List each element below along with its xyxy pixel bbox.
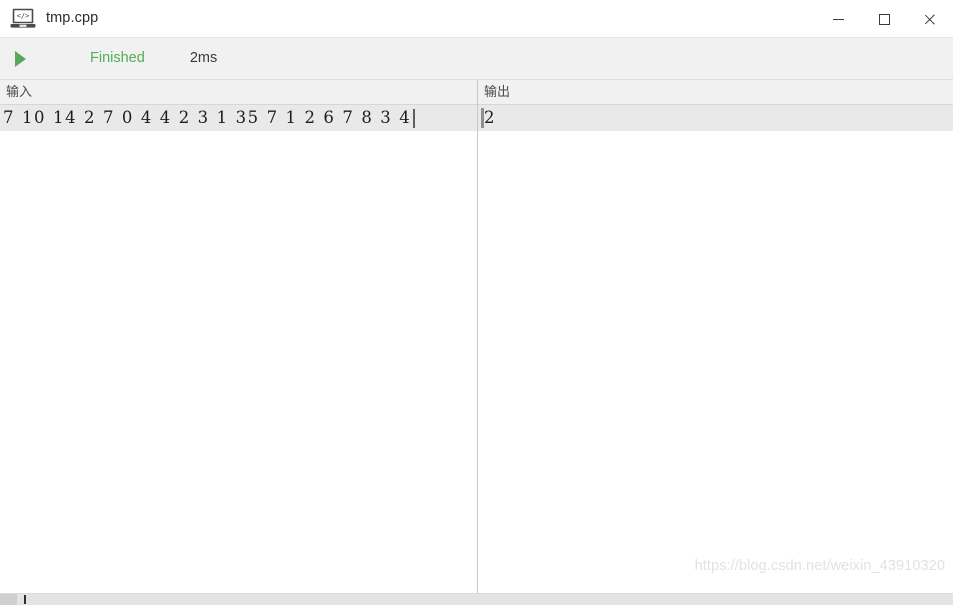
output-pane-label: 输出 [484, 84, 511, 100]
run-status-label: Finished [90, 50, 145, 67]
close-icon [924, 13, 937, 26]
close-button[interactable] [907, 0, 953, 38]
window-title: tmp.cpp [46, 10, 99, 27]
input-caret [413, 108, 415, 128]
input-pane-header: 输入 [0, 80, 477, 105]
title-bar: </> tmp.cpp [0, 0, 953, 38]
app-window: </> tmp.cpp Finished 2ms 输入 7 10 14 2 7 … [0, 0, 953, 605]
svg-text:</>: </> [17, 12, 30, 20]
output-text: 2 [484, 107, 497, 127]
minimize-icon [832, 18, 844, 20]
input-editor[interactable]: 7 10 14 2 7 0 4 4 2 3 1 35 7 1 2 6 7 8 3… [0, 105, 477, 593]
input-active-line[interactable]: 7 10 14 2 7 0 4 4 2 3 1 35 7 1 2 6 7 8 3… [0, 105, 477, 131]
input-pane: 输入 7 10 14 2 7 0 4 4 2 3 1 35 7 1 2 6 7 … [0, 80, 477, 593]
horizontal-scroll-thumb[interactable] [0, 594, 17, 605]
input-text: 7 10 14 2 7 0 4 4 2 3 1 35 7 1 2 6 7 8 3… [3, 107, 412, 127]
maximize-icon [878, 13, 890, 25]
run-button[interactable] [0, 38, 40, 80]
run-toolbar: Finished 2ms [0, 38, 953, 80]
scroll-tick-marker [24, 595, 26, 604]
maximize-button[interactable] [861, 0, 907, 38]
minimize-button[interactable] [815, 0, 861, 38]
output-pane: 输出 2 https://blog.csdn.net/weixin_439103… [477, 80, 953, 593]
run-elapsed-label: 2ms [189, 50, 218, 67]
window-controls [815, 0, 953, 38]
editor-panes: 输入 7 10 14 2 7 0 4 4 2 3 1 35 7 1 2 6 7 … [0, 80, 953, 593]
title-bar-left: </> tmp.cpp [0, 8, 98, 30]
output-pane-header: 输出 [478, 80, 953, 105]
horizontal-scrollbar[interactable] [0, 593, 953, 605]
play-icon [14, 50, 26, 67]
watermark-text: https://blog.csdn.net/weixin_43910320 [694, 558, 945, 574]
output-active-line[interactable]: 2 [478, 105, 953, 131]
input-pane-label: 输入 [6, 84, 33, 100]
output-editor[interactable]: 2 https://blog.csdn.net/weixin_43910320 [478, 105, 953, 593]
laptop-code-icon: </> [10, 8, 36, 30]
